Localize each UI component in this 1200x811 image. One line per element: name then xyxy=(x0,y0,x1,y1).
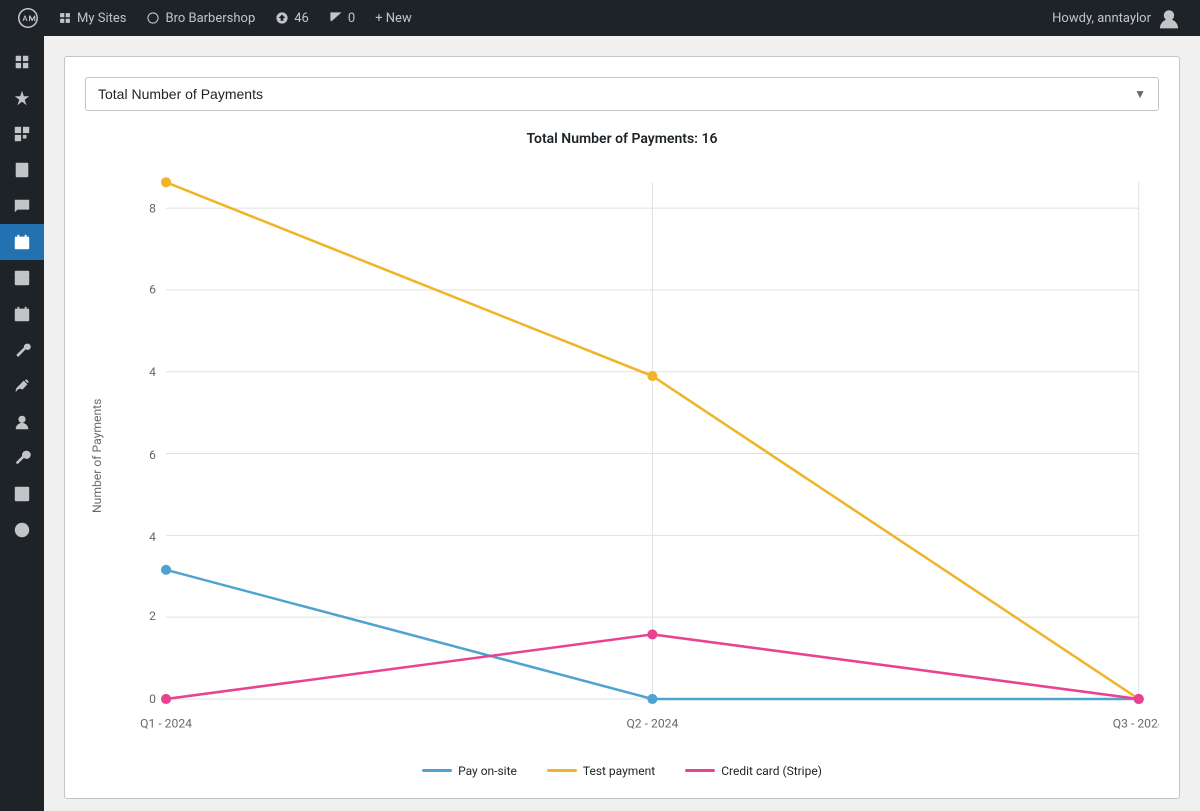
sidebar-item-tools[interactable] xyxy=(0,332,44,368)
legend-pay-onsite-color xyxy=(422,769,452,772)
site-name-menu[interactable]: Bro Barbershop xyxy=(136,0,265,36)
legend-credit-card: Credit card (Stripe) xyxy=(685,764,822,778)
line-chart: 0 4 6 2 4 6 8 Number of Payments Q1 - 20… xyxy=(85,162,1159,750)
new-label: + New xyxy=(375,11,412,26)
sidebar-item-dashboard[interactable] xyxy=(0,44,44,80)
svg-text:Q2 - 2024: Q2 - 2024 xyxy=(626,716,678,730)
svg-text:Number of Payments: Number of Payments xyxy=(90,399,104,513)
sidebar-item-brush[interactable] xyxy=(0,368,44,404)
sidebar-item-booking[interactable] xyxy=(0,116,44,152)
site-name-label: Bro Barbershop xyxy=(165,11,255,26)
wp-logo[interactable] xyxy=(8,8,48,28)
test-payment-point-q1 xyxy=(161,177,171,187)
sidebar-item-user[interactable] xyxy=(0,404,44,440)
my-sites-menu[interactable]: My Sites xyxy=(48,0,136,36)
legend-pay-onsite: Pay on-site xyxy=(422,764,517,778)
svg-text:8: 8 xyxy=(149,202,156,216)
svg-text:0: 0 xyxy=(149,692,156,706)
sidebar xyxy=(0,36,44,811)
sidebar-item-play[interactable] xyxy=(0,512,44,548)
main-content: Total Number of Payments ▼ Total Number … xyxy=(44,36,1200,811)
svg-text:6: 6 xyxy=(149,283,156,297)
howdy-label: Howdy, anntaylor xyxy=(1052,11,1151,26)
pay-onsite-point-q1 xyxy=(161,565,171,575)
chart-container: Total Number of Payments ▼ Total Number … xyxy=(64,56,1180,799)
legend-test-payment: Test payment xyxy=(547,764,655,778)
chevron-down-icon: ▼ xyxy=(1134,87,1146,101)
credit-card-point-q2 xyxy=(647,629,657,639)
pay-onsite-point-q2 xyxy=(647,694,657,704)
sidebar-item-calendar2[interactable] xyxy=(0,296,44,332)
svg-text:2: 2 xyxy=(149,609,156,623)
svg-text:6: 6 xyxy=(149,448,156,462)
admin-bar: My Sites Bro Barbershop 46 0 + New Howdy… xyxy=(0,0,1200,36)
chart-type-dropdown[interactable]: Total Number of Payments ▼ xyxy=(85,77,1159,111)
svg-text:Q3 - 2024: Q3 - 2024 xyxy=(1113,716,1159,730)
legend-credit-card-label: Credit card (Stripe) xyxy=(721,764,822,778)
new-menu[interactable]: + New xyxy=(365,0,422,36)
sidebar-item-plus-square[interactable] xyxy=(0,476,44,512)
test-payment-point-q2 xyxy=(647,371,657,381)
chart-type-label: Total Number of Payments xyxy=(98,86,263,102)
credit-card-point-q1 xyxy=(161,694,171,704)
chart-legend: Pay on-site Test payment Credit card (St… xyxy=(85,764,1159,778)
chart-svg-wrapper: 0 4 6 2 4 6 8 Number of Payments Q1 - 20… xyxy=(85,162,1159,754)
svg-text:4: 4 xyxy=(149,530,156,544)
legend-pay-onsite-label: Pay on-site xyxy=(458,764,517,778)
legend-credit-card-color xyxy=(685,769,715,772)
updates-menu[interactable]: 46 xyxy=(265,0,319,36)
sidebar-item-calendar[interactable] xyxy=(0,224,44,260)
sidebar-item-pin[interactable] xyxy=(0,80,44,116)
svg-text:4: 4 xyxy=(149,365,156,379)
sidebar-item-table[interactable] xyxy=(0,260,44,296)
legend-test-payment-label: Test payment xyxy=(583,764,655,778)
comments-count: 0 xyxy=(348,11,355,26)
sidebar-item-wrench[interactable] xyxy=(0,440,44,476)
credit-card-point-q3 xyxy=(1134,694,1144,704)
comments-menu[interactable]: 0 xyxy=(319,0,365,36)
howdy-menu[interactable]: Howdy, anntaylor xyxy=(1042,5,1192,31)
sidebar-item-pages[interactable] xyxy=(0,152,44,188)
sidebar-item-comments[interactable] xyxy=(0,188,44,224)
svg-text:Q1 - 2024: Q1 - 2024 xyxy=(140,716,192,730)
chart-title: Total Number of Payments: 16 xyxy=(85,131,1159,147)
my-sites-label: My Sites xyxy=(77,11,126,26)
admin-bar-right: Howdy, anntaylor xyxy=(1042,5,1192,31)
layout: Total Number of Payments ▼ Total Number … xyxy=(0,36,1200,811)
updates-count: 46 xyxy=(294,11,309,26)
legend-test-payment-color xyxy=(547,769,577,772)
